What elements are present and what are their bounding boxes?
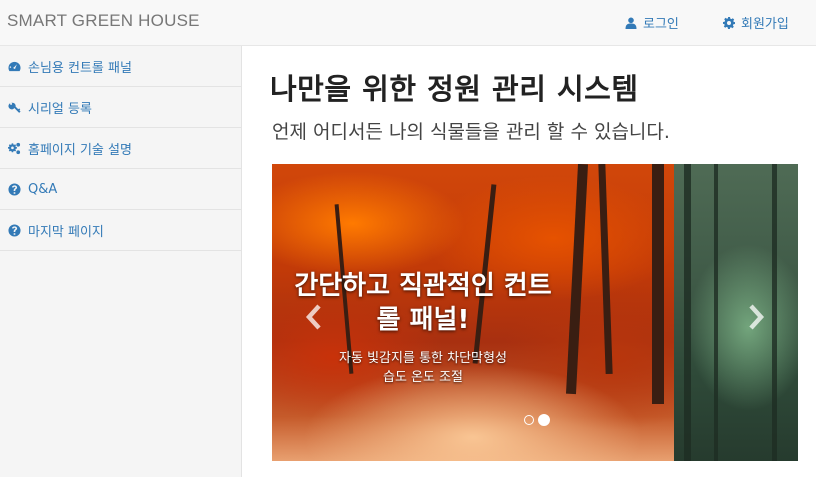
carousel-prev-button[interactable] — [302, 302, 326, 332]
brand-title[interactable]: SMART GREEN HOUSE — [7, 11, 200, 31]
question-circle-icon — [8, 223, 21, 237]
sidebar-item-label: 마지막 페이지 — [28, 224, 104, 240]
main-content: 나만을 위한 정원 관리 시스템 언제 어디서든 나의 식물들을 관리 할 수 … — [242, 46, 816, 477]
carousel-slide-misty-forest — [674, 164, 798, 461]
carousel-indicators — [524, 414, 550, 426]
sidebar-item-label: 홈페이지 기술 설명 — [28, 142, 132, 158]
caption-subtitle: 자동 빛감지를 통한 차단막형성 습도 온도 조절 — [272, 349, 588, 387]
gears-icon — [8, 142, 21, 154]
tree-trunk — [714, 164, 718, 461]
login-link[interactable]: 로그인 — [625, 13, 679, 32]
carousel-indicator-active[interactable] — [538, 414, 550, 426]
dashboard-icon — [8, 61, 21, 71]
carousel-indicator[interactable] — [524, 415, 534, 425]
chevron-right-icon — [749, 304, 765, 330]
tree-trunk — [598, 164, 613, 375]
carousel-slide-autumn-forest: 간단하고 직관적인 컨트 롤 패널! 자동 빛감지를 통한 차단막형성 습도 온… — [272, 164, 674, 461]
page-title: 나만을 위한 정원 관리 시스템 — [270, 72, 639, 106]
tree-trunk — [652, 164, 664, 404]
caption-title-line: 간단하고 직관적인 컨트 — [294, 271, 552, 301]
chevron-left-icon — [305, 304, 321, 330]
signup-label: 회원가입 — [741, 17, 789, 32]
login-label: 로그인 — [643, 17, 679, 32]
page-subtitle: 언제 어디서든 나의 식물들을 관리 할 수 있습니다. — [272, 121, 670, 143]
sidebar: 손님용 컨트롤 패널 시리얼 등록 홈페이지 기술 설명 Q&A 마지막 페이지 — [0, 46, 242, 477]
tree-trunk — [684, 164, 691, 461]
signup-link[interactable]: 회원가입 — [723, 13, 789, 32]
sidebar-item-label: Q&A — [28, 181, 58, 197]
tree-trunk — [772, 164, 777, 461]
sidebar-item-label: 시리얼 등록 — [28, 101, 92, 117]
sidebar-item-serial-registration[interactable]: 시리얼 등록 — [0, 87, 241, 128]
sidebar-item-last-page[interactable]: 마지막 페이지 — [0, 210, 241, 251]
caption-sub-line: 자동 빛감지를 통한 차단막형성 — [339, 351, 507, 366]
top-navbar: SMART GREEN HOUSE 로그인 회원가입 — [0, 0, 816, 46]
caption-sub-line: 습도 온도 조절 — [382, 370, 464, 385]
gear-icon — [723, 16, 735, 29]
carousel-next-button[interactable] — [744, 302, 768, 332]
image-carousel[interactable]: 간단하고 직관적인 컨트 롤 패널! 자동 빛감지를 통한 차단막형성 습도 온… — [272, 164, 798, 461]
sidebar-item-homepage-tech[interactable]: 홈페이지 기술 설명 — [0, 128, 241, 169]
key-icon — [8, 102, 21, 113]
user-icon — [625, 17, 637, 29]
sidebar-item-guest-control-panel[interactable]: 손님용 컨트롤 패널 — [0, 46, 241, 87]
sidebar-item-label: 손님용 컨트롤 패널 — [28, 60, 132, 76]
sidebar-item-qna[interactable]: Q&A — [0, 169, 241, 210]
question-circle-icon — [8, 182, 21, 196]
